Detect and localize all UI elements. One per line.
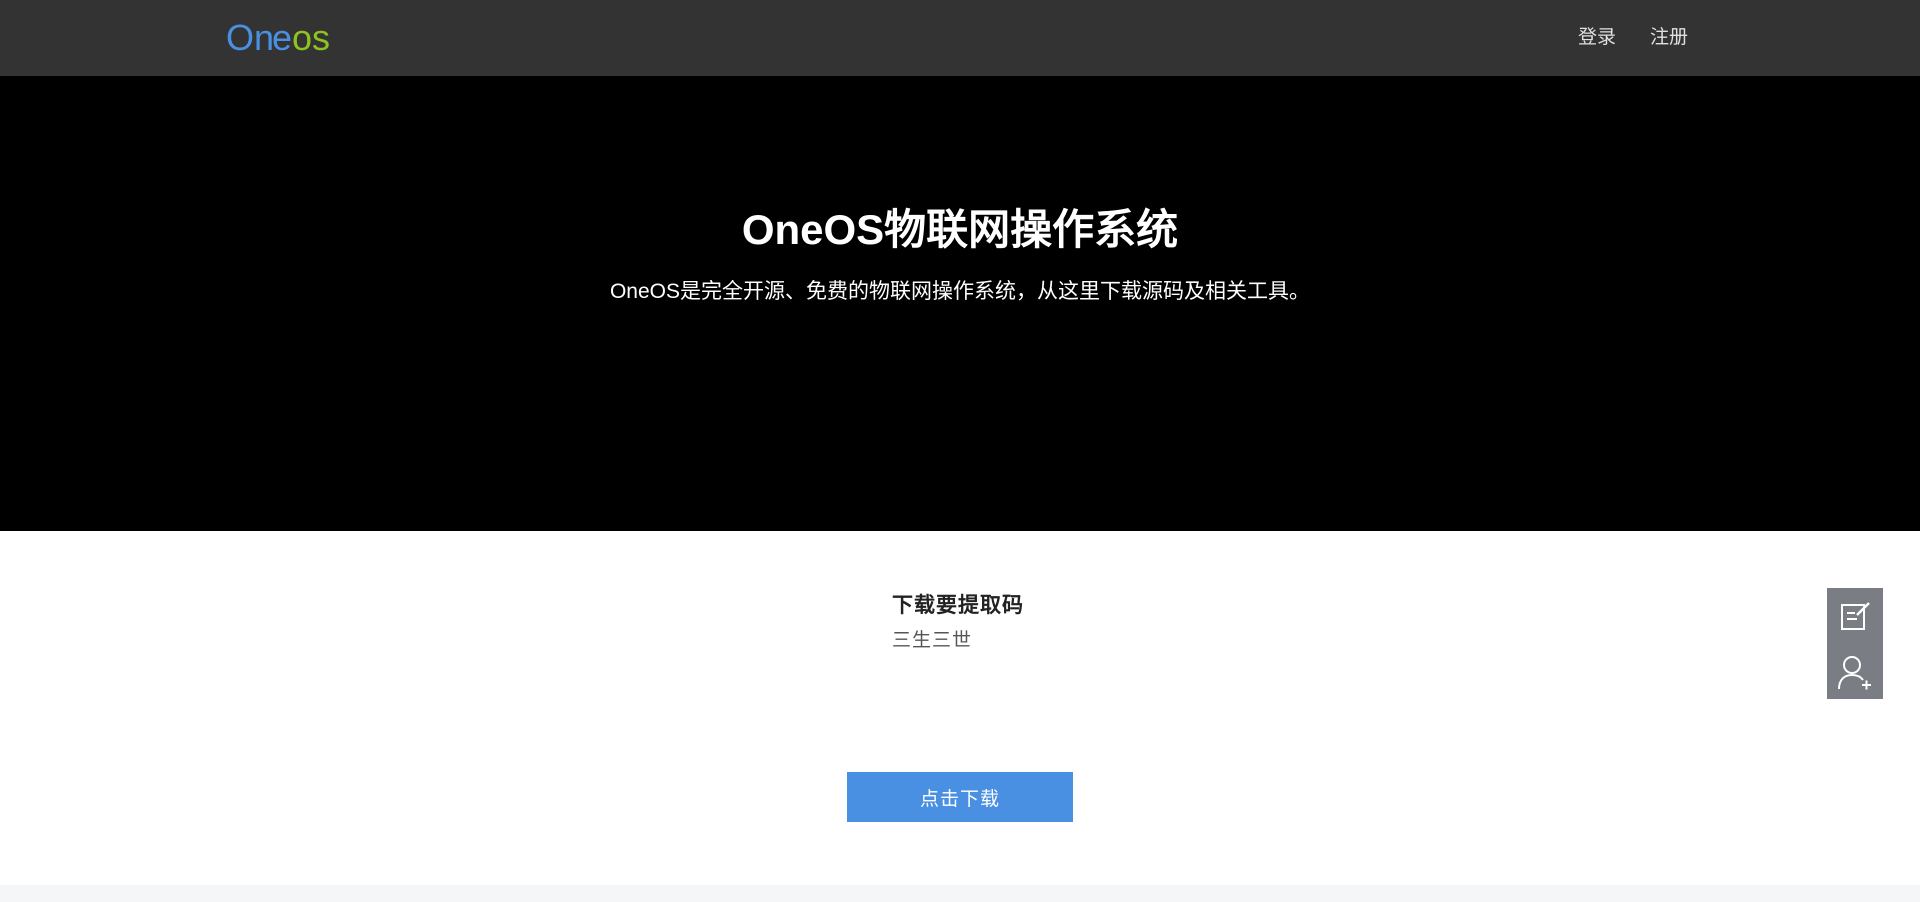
oneos-logo-mark: On e os: [226, 18, 330, 58]
register-link[interactable]: 注册: [1650, 26, 1688, 50]
extraction-code-label: 下载要提取码: [892, 594, 1024, 617]
logo-part-os: os: [292, 18, 330, 58]
download-button[interactable]: 点击下载: [847, 772, 1073, 822]
extraction-code-block: 下载要提取码 三生三世: [892, 592, 1024, 654]
hero-banner: OneOS物联网操作系统 OneOS是完全开源、免费的物联网操作系统，从这里下载…: [0, 76, 1920, 531]
logo-part-e: e: [272, 18, 292, 58]
login-link[interactable]: 登录: [1578, 26, 1616, 50]
top-nav-bar: On e os 登录 注册: [0, 0, 1920, 76]
side-toolbar: [1827, 588, 1883, 699]
extraction-code-value: 三生三世: [892, 630, 973, 651]
hero-title: OneOS物联网操作系统: [741, 206, 1179, 253]
edit-note-icon: [1841, 601, 1870, 630]
footer-band: [0, 885, 1920, 902]
feedback-button[interactable]: [1827, 588, 1883, 643]
add-user-icon: [1838, 655, 1871, 689]
hero-subtitle: OneOS是完全开源、免费的物联网操作系统，从这里下载源码及相关工具。: [609, 280, 1311, 303]
oneos-logo[interactable]: On e os: [226, 14, 336, 62]
register-user-button[interactable]: [1827, 644, 1883, 699]
logo-part-one: On: [226, 18, 274, 58]
